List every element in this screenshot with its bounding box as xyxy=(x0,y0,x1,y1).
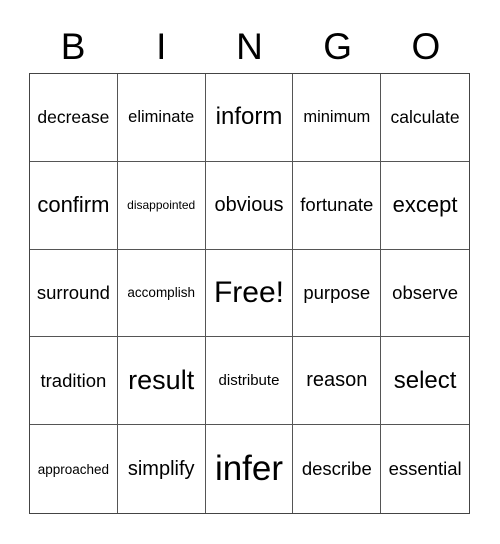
header-letter-o: O xyxy=(411,26,441,67)
bingo-cell[interactable]: calculate xyxy=(381,74,469,162)
bingo-grid: decrease eliminate inform minimum calcul… xyxy=(29,73,470,514)
bingo-header: B I N G O xyxy=(29,24,470,70)
bingo-cell[interactable]: observe xyxy=(381,250,469,338)
bingo-cell[interactable]: eliminate xyxy=(117,74,206,162)
bingo-cell[interactable]: reason xyxy=(293,337,382,426)
bingo-cell[interactable]: confirm xyxy=(30,161,118,250)
free-space-cell[interactable]: Free! xyxy=(205,249,294,338)
bingo-cell[interactable]: purpose xyxy=(293,249,382,338)
bingo-cell[interactable]: accomplish xyxy=(117,249,206,338)
header-letter-i: I xyxy=(156,26,167,67)
bingo-cell[interactable]: disappointed xyxy=(117,161,206,250)
bingo-cell[interactable]: approached xyxy=(30,425,118,513)
bingo-cell[interactable]: except xyxy=(381,162,469,250)
bingo-cell[interactable]: surround xyxy=(30,249,118,338)
bingo-cell[interactable]: result xyxy=(117,337,206,426)
header-letter-n: N xyxy=(236,26,263,67)
bingo-cell[interactable]: decrease xyxy=(30,74,118,162)
header-letter-g: G xyxy=(323,26,353,67)
bingo-cell[interactable]: minimum xyxy=(293,74,382,162)
bingo-cell[interactable]: tradition xyxy=(30,337,118,426)
bingo-cell[interactable]: distribute xyxy=(205,337,294,426)
bingo-cell[interactable]: simplify xyxy=(118,425,206,513)
bingo-cell[interactable]: select xyxy=(381,337,469,426)
bingo-cell[interactable]: obvious xyxy=(205,161,294,250)
bingo-cell[interactable]: fortunate xyxy=(293,161,382,250)
bingo-cell[interactable]: describe xyxy=(293,425,382,513)
header-letter-b: B xyxy=(60,26,86,67)
bingo-cell[interactable]: inform xyxy=(205,74,294,162)
bingo-cell[interactable]: infer xyxy=(206,425,294,513)
bingo-cell[interactable]: essential xyxy=(381,425,469,513)
